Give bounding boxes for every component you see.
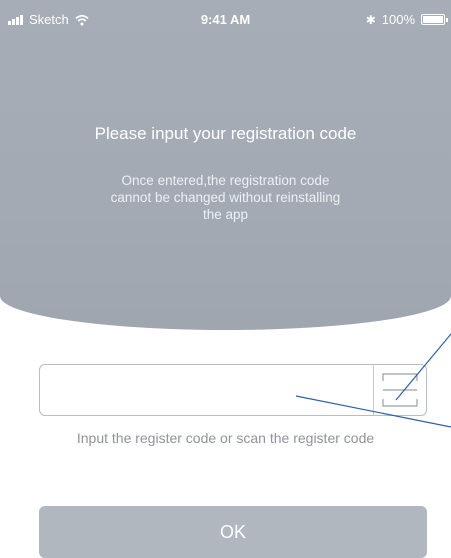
header-panel: Sketch 9:41 AM ✱ 100% Please input your … [0,0,451,330]
page-title: Please input your registration code [94,124,357,143]
scan-code-button[interactable] [374,365,426,415]
battery-icon [421,14,448,25]
registration-code-box [39,364,427,416]
bluetooth-icon: ✱ [365,12,376,27]
status-bar: Sketch 9:41 AM ✱ 100% [0,0,451,40]
battery-percent: 100% [381,12,415,27]
scan-code-icon [382,373,418,407]
ok-button[interactable]: OK [39,506,427,558]
battery-fill [423,16,443,23]
input-hint: Input the register code or scan the regi… [76,430,375,446]
registration-code-input[interactable] [40,365,370,415]
page-subtitle: Once entered,the registration code canno… [110,173,341,222]
status-right: ✱ 100% [365,12,448,27]
